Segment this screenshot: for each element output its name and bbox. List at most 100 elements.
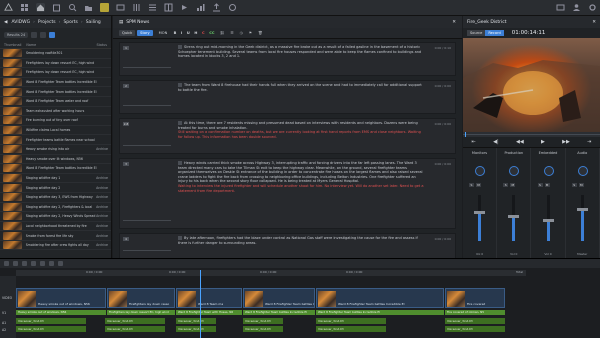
back-icon[interactable]: ◀ bbox=[4, 20, 7, 25]
audio-clip[interactable]: Voiceover_3cvt.03 bbox=[105, 318, 165, 324]
list-item[interactable]: Fire burning out of tiny over roof bbox=[0, 116, 111, 126]
extract-icon[interactable] bbox=[31, 261, 36, 266]
list-item[interactable]: Ward 8 Firefighter Team battles Incredib… bbox=[0, 78, 111, 88]
folder-icon[interactable] bbox=[84, 3, 93, 12]
audio-clip[interactable]: Voiceover_3cvt.03 bbox=[316, 318, 386, 324]
list-item[interactable]: Smoldering rooftile301 bbox=[0, 49, 111, 59]
fader-handle[interactable] bbox=[508, 214, 520, 218]
clip-thumbnail[interactable] bbox=[3, 135, 22, 144]
underline-button[interactable]: U bbox=[187, 31, 190, 35]
video-clip[interactable]: Firefighters lay down resso bbox=[107, 288, 175, 308]
clip-thumbnail[interactable] bbox=[3, 174, 22, 183]
lift-icon[interactable] bbox=[22, 261, 27, 266]
track-label[interactable]: A1 bbox=[2, 321, 6, 325]
mark-in-icon[interactable]: ⇤ bbox=[472, 139, 476, 145]
list-item[interactable]: Smoke from forest fire life sky Archive bbox=[0, 231, 111, 241]
breadcrumb-item[interactable]: AVIDWG bbox=[11, 20, 30, 25]
avid-logo-icon[interactable] bbox=[3, 3, 13, 12]
video-frame[interactable] bbox=[463, 38, 600, 132]
clip-thumbnail[interactable] bbox=[3, 231, 22, 240]
clip-thumbnail[interactable] bbox=[3, 126, 22, 135]
overwrite-icon[interactable] bbox=[13, 261, 18, 266]
list-item[interactable]: Local neighborhood threatened by fire Arc… bbox=[0, 221, 111, 232]
graphics-clip[interactable]: Heavy smoke out of windows, N56 bbox=[16, 310, 106, 315]
playlist-icon[interactable] bbox=[180, 3, 189, 12]
source-button[interactable]: Source bbox=[467, 30, 486, 36]
volume-fader[interactable] bbox=[546, 195, 550, 241]
trim-icon[interactable] bbox=[40, 261, 45, 266]
play-icon[interactable]: ▶ bbox=[541, 139, 545, 145]
clip-thumbnail[interactable] bbox=[3, 68, 22, 77]
flag-icon[interactable]: ⚑ bbox=[249, 31, 252, 35]
playhead[interactable] bbox=[200, 270, 201, 338]
mute-button[interactable]: M bbox=[510, 183, 516, 187]
red-text-button[interactable]: C bbox=[202, 31, 205, 35]
story-block[interactable]: 1 0:00 / 0:10 Sirens ring out mid-morning … bbox=[119, 42, 456, 76]
step-back-icon[interactable]: ◀| bbox=[493, 139, 499, 145]
volume-fader[interactable] bbox=[512, 195, 516, 241]
list-icon[interactable] bbox=[148, 3, 157, 12]
record-button[interactable]: Record bbox=[485, 30, 504, 36]
trash-icon[interactable]: 🗑 bbox=[258, 31, 263, 35]
mute-button[interactable]: M bbox=[578, 183, 584, 187]
track-label[interactable]: V1 bbox=[2, 311, 6, 315]
bin-icon[interactable] bbox=[52, 3, 61, 12]
close-icon[interactable]: ✕ bbox=[592, 20, 596, 25]
graphics-clip[interactable]: Fire covered of rolman, N5 bbox=[445, 310, 505, 315]
track-label[interactable]: A2 bbox=[2, 328, 6, 332]
heading-button[interactable]: H bbox=[194, 31, 197, 35]
list-item[interactable]: Heavy smoke rising into air Archive bbox=[0, 145, 111, 155]
track-label[interactable]: VIDEO bbox=[2, 296, 12, 300]
story-block[interactable]: 4 0:00 / 0:00 By late afternoon, firefight… bbox=[119, 233, 456, 259]
story-block[interactable]: 2-8 0:00 / 0:00 At this time, there are 7 … bbox=[119, 118, 456, 154]
volume-fader[interactable] bbox=[580, 195, 584, 241]
rewind-icon[interactable]: ◀◀ bbox=[516, 139, 524, 145]
column-header[interactable]: Thumbnail bbox=[4, 43, 26, 47]
list-icon[interactable]: ☰ bbox=[230, 31, 233, 35]
clip-thumbnail[interactable] bbox=[3, 78, 22, 87]
story-text[interactable]: Sirens ring out mid-morning in the Geek … bbox=[178, 45, 425, 59]
export-icon[interactable] bbox=[212, 3, 221, 12]
clip-thumbnail[interactable] bbox=[3, 241, 22, 250]
audio-clip[interactable]: Voiceover_3cvt.03 bbox=[16, 326, 86, 332]
list-item[interactable]: Smoldering fire after crew fights all da… bbox=[0, 241, 111, 251]
chart-icon[interactable] bbox=[196, 3, 205, 12]
audio-clip[interactable]: Voiceover_3cvt.03 bbox=[16, 318, 86, 324]
bold-button[interactable]: B bbox=[174, 31, 177, 35]
frame-view-icon[interactable] bbox=[40, 32, 47, 38]
video-clip[interactable]: Heavy smoke out of windows, N56 bbox=[16, 288, 106, 308]
list-item[interactable]: Firefighters lay down ressort EC, high w… bbox=[0, 68, 111, 78]
story-block[interactable]: 3 0:00 / 0:00 Heavy winds carried thick sm… bbox=[119, 158, 456, 229]
story-text[interactable]: The team from Ward 8 firehouse had their… bbox=[178, 83, 425, 92]
graphics-clip[interactable]: Ward 8 Firefighter Team battles Incredib… bbox=[243, 310, 315, 315]
column-header[interactable]: Name bbox=[26, 43, 96, 47]
clip-thumbnail[interactable] bbox=[3, 164, 22, 173]
pan-knob[interactable] bbox=[475, 166, 485, 176]
user-icon[interactable] bbox=[572, 3, 581, 12]
solo-button[interactable]: S bbox=[537, 183, 543, 187]
graphics-clip[interactable]: Firefighters lay down ressort EC, high w… bbox=[107, 310, 175, 315]
audio-clip[interactable]: Voiceover_3cvt.03 bbox=[243, 318, 283, 324]
inbox-icon[interactable] bbox=[556, 3, 565, 12]
refresh-icon[interactable] bbox=[228, 3, 237, 12]
audio-clip[interactable]: Voiceover_3cvt.03 bbox=[176, 326, 216, 332]
video-clip[interactable]: Ward 8 Team ma bbox=[176, 288, 242, 308]
list-item[interactable]: Staging wildfire day 1 Archive bbox=[0, 174, 111, 184]
clip-thumbnail[interactable] bbox=[3, 154, 22, 163]
mixer-icon[interactable] bbox=[132, 3, 141, 12]
list-item[interactable]: Firefighters lay down ressort EC, high w… bbox=[0, 58, 111, 69]
list-item[interactable]: Team exhausted after working hours bbox=[0, 106, 111, 117]
audio-clip[interactable]: Voiceover_3cvt.03 bbox=[445, 318, 505, 324]
tab-story[interactable]: Story bbox=[137, 30, 153, 36]
story-block[interactable]: 2 0:00 / 0:00 The team from Ward 8 firehou… bbox=[119, 80, 456, 114]
video-clip[interactable]: Ward 8 Firefighter Team battles Incredib… bbox=[316, 288, 444, 308]
solo-button[interactable]: S bbox=[503, 183, 509, 187]
mute-button[interactable]: M bbox=[476, 183, 481, 187]
home-icon[interactable] bbox=[35, 3, 45, 12]
audio-clip[interactable]: Voiceover_3cvt.03 bbox=[316, 326, 386, 332]
list-item[interactable]: Heavy smoke over lit windows, N56 bbox=[0, 154, 111, 165]
clip-thumbnail[interactable] bbox=[3, 193, 22, 202]
graphics-clip[interactable]: Ward 8 Firefighter Team battles Incredib… bbox=[316, 310, 444, 315]
fader-handle[interactable] bbox=[576, 207, 588, 211]
pan-knob[interactable] bbox=[577, 166, 588, 176]
